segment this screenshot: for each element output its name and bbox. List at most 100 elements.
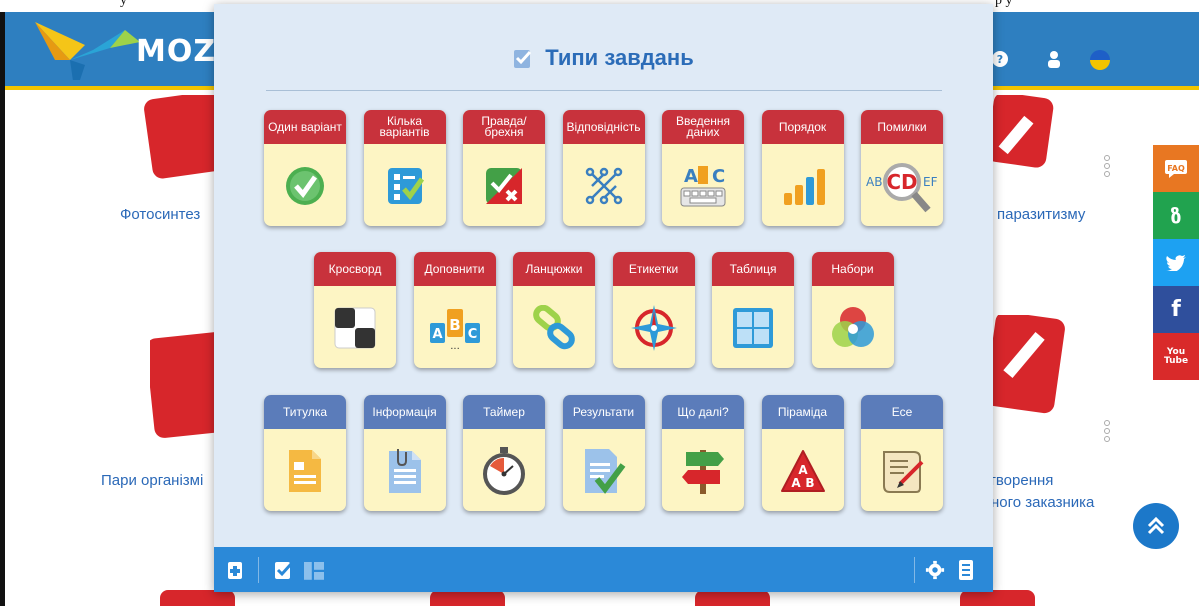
faq-button[interactable]: FAQ bbox=[1153, 145, 1199, 192]
card-label[interactable]: Пари організмі bbox=[101, 469, 203, 492]
compass-icon bbox=[613, 288, 695, 368]
task-types-icon[interactable] bbox=[274, 559, 294, 581]
pencil-card-icon[interactable] bbox=[990, 95, 1070, 185]
task-tile[interactable]: Піраміда A A B bbox=[761, 395, 844, 511]
task-tile[interactable]: Введення даних A C bbox=[662, 110, 744, 226]
chain-icon bbox=[513, 288, 595, 368]
task-tile[interactable]: Правда/брехня bbox=[463, 110, 545, 226]
table-icon bbox=[712, 288, 794, 368]
left-border bbox=[0, 12, 5, 606]
task-tile-label: Порядок bbox=[761, 110, 844, 144]
footer-divider bbox=[914, 557, 915, 583]
true-false-icon bbox=[463, 146, 545, 226]
youtube-button[interactable]: You Tube bbox=[1153, 333, 1199, 380]
card-label[interactable]: ного заказника bbox=[991, 491, 1094, 514]
task-tile-label: Відповідність bbox=[562, 110, 645, 144]
task-tile[interactable]: Етикетки bbox=[612, 252, 695, 368]
add-task-icon[interactable] bbox=[226, 559, 246, 581]
bar-order-icon bbox=[762, 146, 844, 226]
card-label[interactable]: Фотосинтез bbox=[120, 203, 200, 226]
svg-text:?: ? bbox=[997, 53, 1003, 66]
task-tile[interactable]: Доповнити A B C... bbox=[413, 252, 496, 368]
clip-document-icon bbox=[364, 431, 446, 511]
task-types-dialog: Типи завдань Один варіант Кілька варіанті… bbox=[214, 4, 993, 592]
svg-text:A: A bbox=[798, 463, 808, 477]
task-tile-label: Таймер bbox=[463, 395, 545, 429]
settings-gear-icon[interactable] bbox=[925, 559, 945, 581]
facebook-button[interactable]: f bbox=[1153, 286, 1199, 333]
card-label[interactable]: паразитизму bbox=[997, 203, 1085, 226]
svg-text:C: C bbox=[712, 166, 725, 187]
task-tile[interactable]: Есе bbox=[861, 395, 943, 511]
task-tile[interactable]: Кросворд bbox=[314, 252, 396, 368]
task-tile-label: Набори bbox=[811, 252, 894, 286]
language-flag-icon[interactable] bbox=[1090, 50, 1110, 70]
task-tile-label: Введення даних bbox=[662, 110, 744, 144]
dialog-title: Типи завдань bbox=[214, 44, 993, 71]
task-tile[interactable]: Помилки AB EF CD bbox=[861, 110, 943, 226]
svg-text:AB: AB bbox=[866, 175, 882, 189]
task-tile-label: Помилки bbox=[861, 110, 943, 144]
social-button-2[interactable]: ზ bbox=[1153, 192, 1199, 239]
svg-text:B: B bbox=[805, 476, 814, 490]
card-label[interactable]: творення bbox=[989, 469, 1053, 492]
task-tile[interactable]: Титулка bbox=[264, 395, 346, 511]
card-menu-icon[interactable] bbox=[1104, 420, 1110, 446]
task-tile-label: Правда/брехня bbox=[463, 110, 545, 144]
pyramid-icon: AAB bbox=[762, 431, 844, 511]
task-tile[interactable]: Ланцюжки bbox=[513, 252, 595, 368]
document-list-icon[interactable] bbox=[956, 559, 976, 581]
task-tile[interactable]: Інформація bbox=[363, 395, 446, 511]
task-tile-label: Таблиця bbox=[712, 252, 794, 286]
task-tile[interactable]: Один варіант bbox=[264, 110, 346, 226]
task-tile-label: Результати bbox=[562, 395, 645, 429]
pencil-card-icon-2[interactable] bbox=[990, 315, 1070, 425]
scroll-icon bbox=[861, 431, 943, 511]
top-text-left: у bbox=[120, 0, 127, 8]
venn-icon bbox=[812, 288, 894, 368]
magnifier-icon: AB EF CD bbox=[861, 146, 943, 226]
svg-text:EF: EF bbox=[923, 175, 938, 189]
svg-text:...: ... bbox=[450, 341, 460, 351]
task-tile[interactable]: Відповідність bbox=[562, 110, 645, 226]
task-tile-label: Ланцюжки bbox=[513, 252, 595, 286]
task-tile-label: Доповнити bbox=[413, 252, 496, 286]
task-tile-label: Піраміда bbox=[761, 395, 844, 429]
dialog-title-text: Типи завдань bbox=[545, 45, 694, 71]
task-tile-label: Кілька варіантів bbox=[363, 110, 446, 144]
user-icon[interactable] bbox=[1044, 50, 1064, 70]
task-tile[interactable]: Кілька варіантів bbox=[363, 110, 446, 226]
svg-text:A: A bbox=[791, 476, 801, 490]
title-divider bbox=[266, 90, 942, 91]
task-tile-label: Що далі? bbox=[662, 395, 744, 429]
scroll-up-button[interactable] bbox=[1133, 503, 1179, 549]
task-tile-label: Етикетки bbox=[612, 252, 695, 286]
crossword-icon bbox=[314, 288, 396, 368]
abc-blocks-icon: A B C... bbox=[414, 288, 496, 368]
svg-text:C: C bbox=[467, 327, 477, 342]
top-text-right: р у bbox=[995, 0, 1013, 8]
card-menu-icon[interactable] bbox=[1104, 155, 1110, 181]
task-tile-label: Інформація bbox=[363, 395, 446, 429]
task-tile-label: Кросворд bbox=[314, 252, 396, 286]
task-edit-icon bbox=[514, 50, 532, 69]
task-tile-label: Есе bbox=[861, 395, 943, 429]
check-circle-icon bbox=[264, 146, 346, 226]
help-icon[interactable]: ? bbox=[990, 50, 1010, 70]
checklist-icon bbox=[364, 146, 446, 226]
document-icon bbox=[264, 431, 346, 511]
task-tile[interactable]: Таблиця bbox=[712, 252, 794, 368]
twitter-button[interactable] bbox=[1153, 239, 1199, 286]
dialog-footer bbox=[214, 547, 993, 592]
match-icon bbox=[563, 146, 645, 226]
task-tile[interactable]: Набори bbox=[811, 252, 894, 368]
svg-text:CD: CD bbox=[886, 170, 917, 194]
layout-icon[interactable] bbox=[304, 561, 324, 583]
task-tile[interactable]: Результати bbox=[562, 395, 645, 511]
task-tile-label: Титулка bbox=[264, 395, 346, 429]
signpost-icon bbox=[662, 431, 744, 511]
task-tile[interactable]: Таймер bbox=[463, 395, 545, 511]
task-tile[interactable]: Що далі? bbox=[662, 395, 744, 511]
page: у р у MOZA ? Фотосинтез паразитизму Пари… bbox=[0, 0, 1199, 606]
task-tile[interactable]: Порядок bbox=[761, 110, 844, 226]
